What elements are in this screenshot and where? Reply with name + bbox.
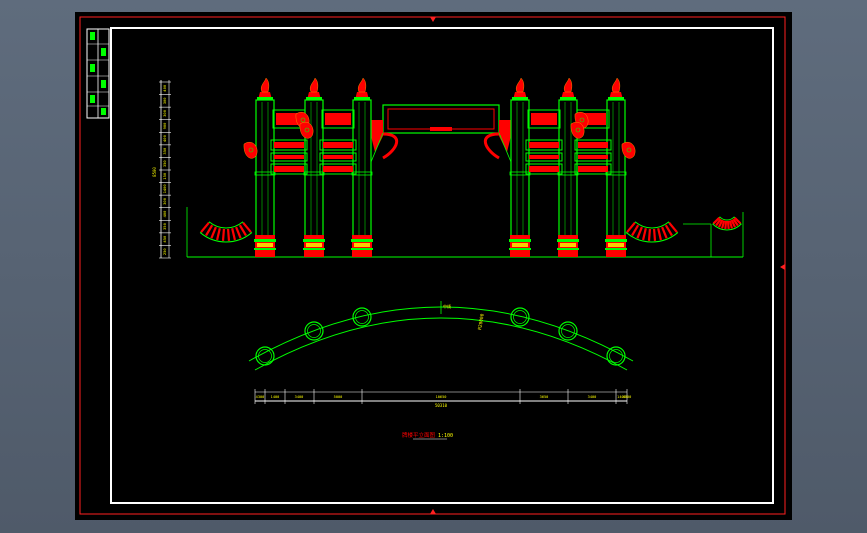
fan-wall-far-right: [712, 216, 742, 231]
plan-dimension-label: 3400: [295, 395, 304, 399]
fan-wall-right: [625, 221, 679, 243]
plan-dimension-label: 10650: [436, 395, 447, 399]
pillar-1: [254, 77, 276, 257]
frame-marker-top: [430, 17, 436, 22]
plan-arc-outer: [248, 306, 634, 362]
plan-view: 中线 R28000 4300 1400 3400 5000 10650 3650 3400 1…: [248, 301, 634, 408]
pillar-5: [557, 77, 579, 257]
central-beam: [370, 104, 512, 163]
left-dimension-label: 150: [162, 172, 167, 180]
left-dimension-label: 450: [162, 235, 167, 243]
plan-radius-label: R28000: [477, 313, 486, 330]
drawing-title: 牌楼平立面图 1:100: [402, 431, 453, 440]
fan-wall-group: [199, 216, 742, 243]
left-dimension-label: 250: [162, 248, 167, 256]
cad-viewport[interactable]: 8500 400 300 300 900 400 350 350 150 1400 300 400 3…: [75, 12, 792, 520]
title-block: [86, 28, 110, 119]
left-dimension-label: 300: [162, 109, 167, 117]
frame-marker-right: [780, 264, 785, 270]
left-dimension-label: 900: [162, 122, 167, 130]
left-dimension-label: 400: [162, 134, 167, 142]
left-dimension-label: 400: [162, 210, 167, 218]
left-dimension-label: 1400: [162, 184, 167, 194]
frame-marker-bottom: [430, 509, 436, 514]
drawing-scale-text: 1:100: [438, 433, 453, 439]
plan-arc-inner: [254, 317, 628, 371]
pillar-6: [605, 77, 627, 257]
plan-dimension-label: 3650: [540, 395, 549, 399]
plan-centre-label: 中线: [443, 303, 451, 309]
bay-panel-right-outer: [525, 109, 563, 175]
bay-panel-left-outer: [319, 109, 357, 175]
archway-elevation: [186, 77, 744, 258]
plan-dimension-label: 3400: [588, 395, 597, 399]
fan-wall-left: [199, 221, 253, 243]
scroll-ornament-6: [621, 142, 636, 159]
pillar-4: [509, 77, 531, 257]
plan-dimension-total: 50310: [435, 403, 448, 408]
plan-dimension-label: 4300: [256, 395, 265, 399]
drawing-title-text: 牌楼平立面图: [402, 431, 436, 439]
outer-frame: [79, 16, 786, 515]
plan-dimension-label: 5000: [334, 395, 343, 399]
scroll-ornament-3: [243, 142, 258, 159]
plan-dimension-label: 1400: [271, 395, 280, 399]
left-dimension-label: 350: [162, 147, 167, 155]
left-dimension-label: 350: [162, 222, 167, 230]
left-dimension-label: 300: [162, 197, 167, 205]
inner-border: [110, 27, 774, 504]
left-dimension-label: 350: [162, 160, 167, 168]
left-dimension-total: 8500: [152, 167, 157, 177]
cad-drawing: 8500 400 300 300 900 400 350 350 150 1400 300 400 3…: [79, 16, 786, 515]
pillar-2: [303, 77, 325, 257]
plan-dimension-label: 4300: [623, 395, 632, 399]
left-dimension-chain: 8500 400 300 300 900 400 350 350 150 1400 300 400 3…: [152, 80, 171, 259]
pillar-3: [351, 77, 373, 257]
left-dimension-label: 400: [162, 84, 167, 92]
left-dimension-label: 300: [162, 97, 167, 105]
